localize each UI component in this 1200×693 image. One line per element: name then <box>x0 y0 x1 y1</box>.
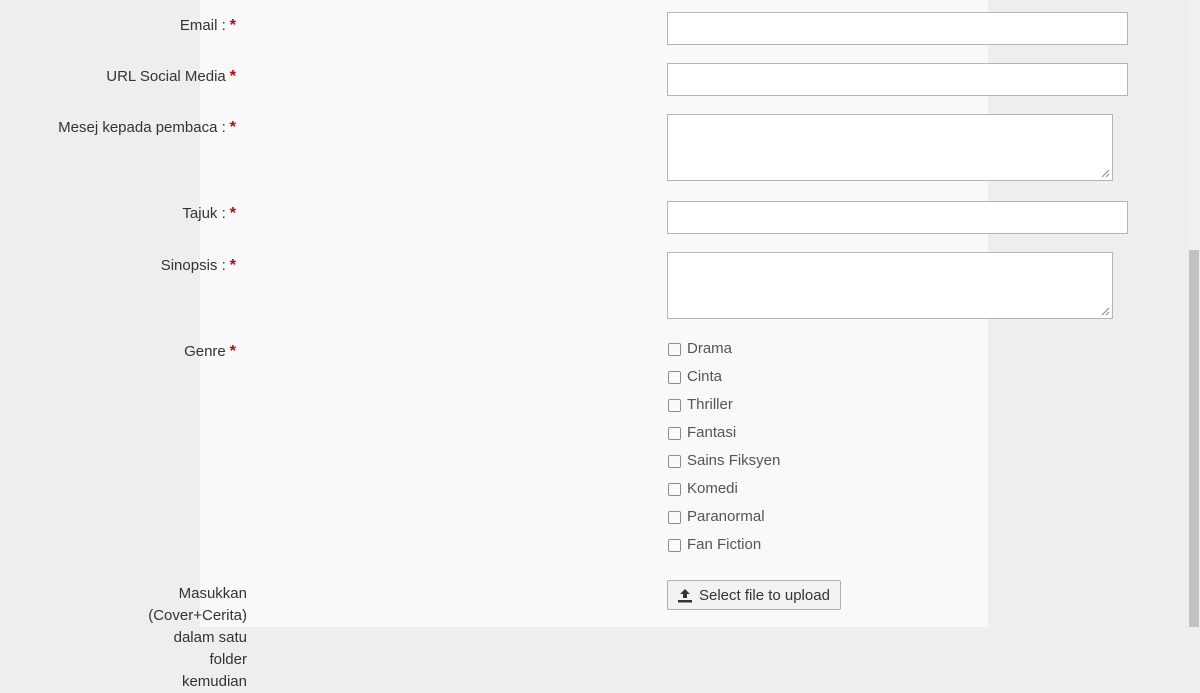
scrollbar-thumb[interactable] <box>1189 250 1199 627</box>
tajuk-label-text: Tajuk : <box>182 205 226 222</box>
genre-option-label: Fantasi <box>687 424 737 441</box>
genre-option-label: Thriller <box>687 396 733 413</box>
url-social-field[interactable] <box>667 63 1128 96</box>
resize-grip-icon[interactable] <box>1101 307 1110 316</box>
required-mark: * <box>229 257 236 274</box>
upload-label-line1: Masukkan (Cover+Cerita) <box>148 585 248 624</box>
tajuk-field[interactable] <box>667 201 1128 234</box>
url-social-label-text: URL Social Media <box>106 68 226 85</box>
select-file-button[interactable]: Select file to upload <box>667 580 841 610</box>
genre-option-label: Sains Fiksyen <box>687 452 781 469</box>
genre-option-label: Komedi <box>687 480 738 497</box>
upload-icon <box>678 589 692 603</box>
genre-option-label: Paranormal <box>687 508 765 525</box>
checkbox[interactable] <box>668 483 681 496</box>
sinopsis-label: Sinopsis : * <box>161 257 236 275</box>
resize-grip-icon[interactable] <box>1101 169 1110 178</box>
required-mark: * <box>229 343 236 360</box>
genre-option-label: Drama <box>687 340 733 357</box>
checkbox[interactable] <box>668 427 681 440</box>
form-panel: Email : * URL Social Media * Mesej kepada … <box>58 0 1128 690</box>
vertical-scrollbar[interactable] <box>1188 0 1200 627</box>
email-field[interactable] <box>667 12 1128 45</box>
genre-label: Genre * <box>184 343 236 361</box>
select-file-button-label: Select file to upload <box>699 587 830 604</box>
tajuk-label: Tajuk : * <box>182 205 236 223</box>
upload-label-line2: dalam satu folder kemudian <box>173 629 247 690</box>
email-label: Email : * <box>180 17 236 35</box>
genre-option-label: Cinta <box>687 368 723 385</box>
sinopsis-textarea[interactable] <box>667 252 1113 319</box>
upload-label: Masukkan (Cover+Cerita) dalam satu folde… <box>148 583 247 693</box>
required-mark: * <box>229 205 236 222</box>
required-mark: * <box>229 17 236 34</box>
email-label-text: Email : <box>179 17 226 34</box>
required-mark: * <box>229 119 236 136</box>
required-mark: * <box>229 68 236 85</box>
checkbox[interactable] <box>668 399 681 412</box>
mesej-label: Mesej kepada pembaca : * <box>58 119 236 137</box>
genre-option-label: Fan Fiction <box>687 536 762 553</box>
sinopsis-label-text: Sinopsis : <box>160 257 226 274</box>
checkbox[interactable] <box>668 511 681 524</box>
genre-label-text: Genre <box>184 343 226 360</box>
checkbox[interactable] <box>668 343 681 356</box>
checkbox[interactable] <box>668 371 681 384</box>
checkbox[interactable] <box>668 455 681 468</box>
mesej-label-text: Mesej kepada pembaca : <box>58 119 226 136</box>
checkbox[interactable] <box>668 539 681 552</box>
url-social-label: URL Social Media * <box>106 68 236 86</box>
mesej-textarea[interactable] <box>667 114 1113 181</box>
